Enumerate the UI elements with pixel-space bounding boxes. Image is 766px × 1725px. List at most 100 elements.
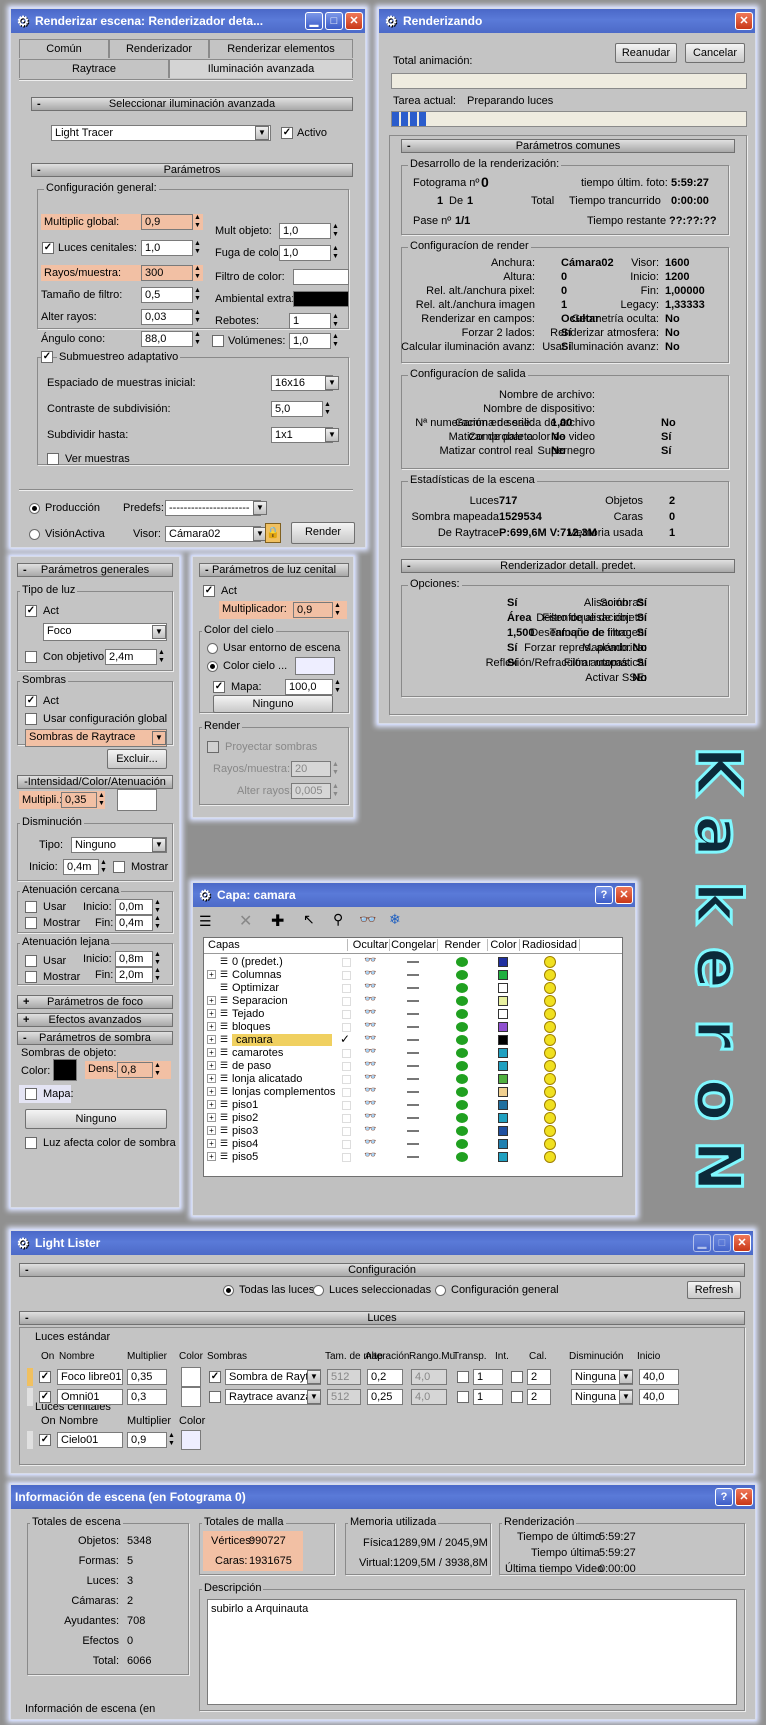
current-layer-box[interactable] (342, 958, 351, 967)
radiosity-icon[interactable] (544, 969, 556, 981)
lister-ini-field[interactable]: 40,0 (639, 1389, 679, 1405)
render-teapot-icon[interactable] (456, 970, 468, 980)
close-icon[interactable]: ✕ (345, 12, 363, 30)
layer-color-swatch[interactable] (498, 970, 508, 980)
activo-checkbox[interactable]: ✓ (281, 127, 293, 139)
spinner-icon[interactable]: ▲ ▼ (331, 333, 340, 349)
lister-on-checkbox[interactable]: ✓ (39, 1371, 51, 1383)
filtro-color-swatch[interactable] (293, 269, 349, 285)
hide-icon[interactable]: 👓 (364, 1124, 376, 1135)
layer-row[interactable]: + ☰ camara ✓ 👓 (204, 1032, 622, 1047)
chevron-down-icon[interactable]: ▼ (325, 428, 339, 442)
dens-field[interactable]: 0,8 (117, 1062, 153, 1078)
layer-row[interactable]: + ☰ piso4 👓 (204, 1137, 622, 1151)
freeze-icon[interactable] (407, 1039, 419, 1041)
render-button[interactable]: Render (291, 522, 355, 544)
hide-icon[interactable]: 👓 (364, 1033, 376, 1044)
current-layer-box[interactable] (342, 1010, 351, 1019)
radiosity-icon[interactable] (544, 1125, 556, 1137)
tab-renderizador[interactable]: Renderizador (109, 39, 209, 58)
layer-color-swatch[interactable] (498, 1139, 508, 1149)
chevron-down-icon[interactable]: ▼ (307, 1390, 321, 1404)
current-layer-box[interactable] (342, 1153, 351, 1162)
lister-rango-field[interactable]: 4,0 (411, 1369, 447, 1385)
volumenes-checkbox[interactable] (212, 335, 224, 347)
hide-icon[interactable]: 👓 (364, 994, 376, 1005)
radiosity-icon[interactable] (544, 1021, 556, 1033)
expand-icon[interactable]: + (207, 996, 216, 1005)
freeze-icon[interactable] (407, 987, 419, 989)
freeze-icon[interactable] (407, 1078, 419, 1080)
current-layer-box[interactable] (342, 971, 351, 980)
rollout-luces[interactable]: - Luces (19, 1311, 745, 1325)
layer-row[interactable]: + ☰ camarotes 👓 (204, 1046, 622, 1060)
layer-color-swatch[interactable] (498, 1126, 508, 1136)
spinner-icon[interactable]: ▲ ▼ (333, 602, 342, 618)
render-teapot-icon[interactable] (456, 983, 468, 993)
spinner-icon[interactable]: ▲ ▼ (193, 214, 202, 230)
luces-cenitales-checkbox[interactable]: ✓ (42, 242, 54, 254)
refresh-button[interactable]: Refresh (687, 1281, 741, 1299)
hide-all-icon[interactable]: 👓 (359, 911, 376, 928)
expand-icon[interactable]: + (207, 1048, 216, 1057)
scene-info-titlebar[interactable]: Información de escena (en Fotograma 0) ?… (11, 1485, 755, 1509)
expand-icon[interactable]: + (207, 1100, 216, 1109)
current-layer-box[interactable] (342, 1049, 351, 1058)
hide-icon[interactable]: 👓 (364, 1020, 376, 1031)
spinner-icon[interactable]: ▲ ▼ (193, 331, 202, 347)
proyectar-checkbox[interactable] (207, 741, 219, 753)
lister-tam-field[interactable]: 512 (327, 1389, 361, 1405)
mapa-checkbox[interactable] (25, 1088, 37, 1100)
layer-color-swatch[interactable] (498, 957, 508, 967)
lister-mult-field[interactable]: 0,3 (127, 1389, 167, 1405)
alter-rayos-field[interactable]: 0,03 (141, 309, 193, 325)
expand-icon[interactable]: + (207, 1139, 216, 1148)
rollout-seleccionar[interactable]: - Seleccionar iluminación avanzada (31, 97, 353, 111)
close-icon[interactable]: ✕ (733, 1234, 751, 1252)
layer-color-swatch[interactable] (498, 1035, 508, 1045)
render-teapot-icon[interactable] (456, 1009, 468, 1019)
add-to-layer-icon[interactable]: ✚ (271, 911, 284, 931)
multipli-field[interactable]: 0,35 (61, 792, 97, 808)
chevron-down-icon[interactable]: ▼ (325, 376, 339, 390)
tam-filtro-field[interactable]: 0,5 (141, 287, 193, 303)
espaciado-select[interactable]: 16x16 (271, 375, 333, 391)
layer-row[interactable]: + ☰ piso5 👓 (204, 1150, 622, 1164)
radiosity-icon[interactable] (544, 1073, 556, 1085)
current-layer-box[interactable] (342, 1062, 351, 1071)
multiplicador-field[interactable]: 0,9 (293, 602, 333, 618)
layer-name[interactable]: camarotes (232, 1047, 283, 1059)
radiosity-icon[interactable] (544, 1099, 556, 1111)
chevron-down-icon[interactable]: ▼ (619, 1370, 633, 1384)
radiosity-icon[interactable] (544, 1060, 556, 1072)
hide-icon[interactable]: 👓 (364, 1007, 376, 1018)
layer-name[interactable]: piso4 (232, 1138, 258, 1150)
rollout-skylight[interactable]: - Parámetros de luz cenital (199, 563, 349, 577)
new-layer-icon[interactable]: ☰ (199, 913, 212, 930)
maximize-icon[interactable]: □ (325, 12, 343, 30)
lister-on-checkbox[interactable]: ✓ (39, 1391, 51, 1403)
expand-icon[interactable]: + (207, 1113, 216, 1122)
layer-color-swatch[interactable] (498, 1113, 508, 1123)
light-color-swatch[interactable] (117, 789, 157, 811)
inicio-field[interactable]: 0,4m (63, 859, 99, 875)
spinner-icon[interactable]: ▲ ▼ (323, 401, 332, 417)
layer-name[interactable]: Separacion (232, 995, 288, 1007)
sombras-act-checkbox[interactable]: ✓ (25, 695, 37, 707)
layer-row[interactable]: + ☰ piso3 👓 (204, 1124, 622, 1138)
mult-objeto-field[interactable]: 1,0 (279, 223, 331, 239)
layer-color-swatch[interactable] (498, 1074, 508, 1084)
rollout-parametros-comunes[interactable]: - Parámetros comunes (401, 139, 735, 153)
spinner-icon[interactable]: ▲ ▼ (193, 240, 202, 256)
freeze-icon[interactable] (407, 1052, 419, 1054)
layer-col-header[interactable]: Color (488, 939, 520, 951)
current-layer-box[interactable] (342, 1023, 351, 1032)
ac-fin-field[interactable]: 0,4m (115, 915, 153, 931)
render-teapot-icon[interactable] (456, 1048, 468, 1058)
layer-row[interactable]: + ☰ piso1 👓 (204, 1098, 622, 1112)
con-objetivo-field[interactable]: 2,4m (105, 649, 157, 665)
sky-color-swatch[interactable] (181, 1430, 201, 1450)
render-teapot-icon[interactable] (456, 1061, 468, 1071)
todas-radio[interactable] (223, 1285, 234, 1296)
mostrar-checkbox[interactable] (113, 861, 125, 873)
